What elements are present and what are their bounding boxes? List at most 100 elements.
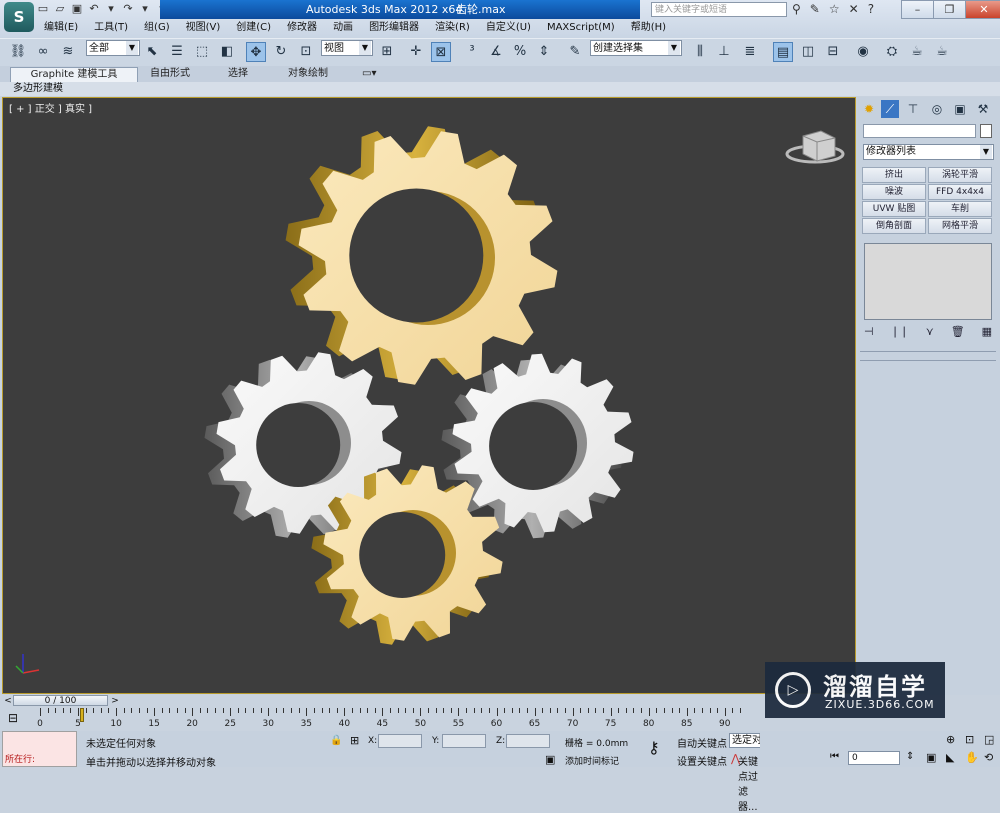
undo-icon[interactable]: ↶ [87,2,101,16]
menu-item[interactable]: 自定义(U) [478,19,539,36]
modifier-button[interactable]: FFD 4x4x4 [928,184,992,200]
modifier-list-select[interactable]: 修改器列表 ▼ [863,144,994,160]
menu-item[interactable]: 图形编辑器 [361,19,427,36]
modifier-button[interactable]: 涡轮平滑 [928,167,992,183]
current-frame-field[interactable]: 0 [848,751,900,765]
modifier-button[interactable]: 倒角剖面 [862,218,926,234]
percent-snap-icon[interactable]: % [510,42,530,62]
angle-snap-icon[interactable]: ∡ [486,42,506,62]
goto-start-icon[interactable]: ⏮ [830,751,839,762]
bind-spacewarp-icon[interactable]: ≋ [58,42,78,62]
ribbon-options-icon[interactable]: ▭▾ [362,67,376,81]
show-end-result-icon[interactable]: ❘❘ [890,325,908,338]
spinner-snap-icon[interactable]: ⇕ [534,42,554,62]
binoculars-icon[interactable]: ⚲ [792,2,801,16]
modifier-button[interactable]: 车削 [928,201,992,217]
key-icon[interactable]: ⚷ [648,738,660,757]
y-coord-field[interactable] [442,734,486,748]
select-move-icon[interactable]: ✥ [246,42,266,62]
absolute-mode-icon[interactable]: ⊞ [350,734,359,747]
select-scale-icon[interactable]: ⊡ [296,42,316,62]
menu-item[interactable]: 组(G) [136,19,178,36]
display-tab-icon[interactable]: ▣ [951,100,969,118]
menu-item[interactable]: 视图(V) [178,19,229,36]
viewcube[interactable] [785,130,845,164]
close-icon[interactable]: ✕ [849,2,859,16]
rendered-frame-icon[interactable]: ☕ [907,42,927,62]
orbit-icon[interactable]: ⟲ [984,751,993,764]
pan-icon[interactable]: ✋ [965,751,979,764]
menu-item[interactable]: MAXScript(M) [539,19,623,36]
frame-ruler[interactable]: 0 5 10 15 20 25 30 35 40 45 50 55 60 65 70 75 80 85 90 [37,708,760,730]
z-coord-field[interactable] [506,734,550,748]
add-time-tag[interactable]: 添加时间标记 [565,754,619,767]
pin-stack-icon[interactable]: ⊣ [864,325,874,338]
redo-icon[interactable]: ↷ [121,2,135,16]
modifier-button[interactable]: 噪波 [862,184,926,200]
layer-manager-icon[interactable]: ≣ [740,42,760,62]
menu-item[interactable]: 动画 [325,19,361,36]
track-bar[interactable]: ⊟ 0 5 10 15 20 25 30 35 40 45 50 55 60 65 70 75 80 85 90 [0,707,760,731]
help-icon[interactable]: ? [868,2,874,16]
gold-gear[interactable] [285,126,558,385]
rect-selection-icon[interactable]: ⬚ [192,42,212,62]
ref-coord-select[interactable]: 视图 ▼ [321,40,373,56]
modifier-stack[interactable] [864,243,992,320]
window-crossing-icon[interactable]: ◧ [217,42,237,62]
select-manipulate-icon[interactable]: ✛ [406,42,426,62]
menu-item[interactable]: 创建(C) [228,19,279,36]
curve-editor-icon[interactable]: ◫ [798,42,818,62]
select-rotate-icon[interactable]: ↻ [271,42,291,62]
mirror-icon[interactable]: ⫼ [690,42,710,62]
field-of-view-icon[interactable]: ◣ [946,751,954,764]
tab-selection[interactable]: 选择 [228,67,248,81]
modify-tab-icon[interactable]: ⟋ [881,100,899,118]
minimize-button[interactable]: – [901,0,934,19]
configure-sets-icon[interactable]: ▦ [982,325,992,338]
snap-3-icon[interactable]: ³ [462,42,482,62]
menu-item[interactable]: 修改器 [279,19,325,36]
pivot-center-icon[interactable]: ⊞ [377,42,397,62]
material-editor-icon[interactable]: ◉ [853,42,873,62]
restore-button[interactable]: ❐ [933,0,966,19]
render-production-icon[interactable]: ☕ [932,42,952,62]
viewport[interactable]: [ + ] 正交 ] 真实 ] [2,97,856,694]
tab-object-paint[interactable]: 对象绘制 [288,67,328,81]
silver-gear[interactable] [441,353,634,539]
menu-item[interactable]: 编辑(E) [36,19,86,36]
tab-freeform[interactable]: 自由形式 [150,67,190,81]
modifier-button[interactable]: 网格平滑 [928,218,992,234]
redo-dropdown-icon[interactable]: ▾ [138,2,152,16]
schematic-view-icon[interactable]: ⊟ [823,42,843,62]
modifier-button[interactable]: 挤出 [862,167,926,183]
make-unique-icon[interactable]: ⋎ [926,325,934,338]
object-color-swatch[interactable] [980,124,992,138]
polygon-modeling-label[interactable]: 多边形建模 [13,82,63,96]
modifier-button[interactable]: UVW 贴图 [862,201,926,217]
select-object-icon[interactable]: ⬉ [142,42,162,62]
object-name-field[interactable] [863,124,976,138]
menu-item[interactable]: 工具(T) [86,19,136,36]
new-file-icon[interactable]: ▭ [36,2,50,16]
x-coord-field[interactable] [378,734,422,748]
time-tag-icon[interactable]: ▣ [545,753,555,766]
search-input[interactable]: 键入关键字或短语 [651,2,787,17]
set-key-button[interactable]: 设置关键点 [677,753,727,768]
save-icon[interactable]: ▣ [70,2,84,16]
utilities-tab-icon[interactable]: ⚒ [974,100,992,118]
time-slider-thumb[interactable]: 0 / 100 [13,695,108,706]
maximize-viewport-icon[interactable]: ◲ [984,733,994,746]
auto-key-button[interactable]: 自动关键点 [677,735,727,750]
next-frame-icon[interactable]: > [110,695,120,707]
align-icon[interactable]: ⊥ [714,42,734,62]
app-logo[interactable]: S [4,2,34,32]
zoom-extents-all-icon[interactable]: ⊡ [965,733,974,746]
create-tab-icon[interactable]: ✹ [860,100,878,118]
unlink-icon[interactable]: ∞ [33,42,53,62]
edit-named-sel-icon[interactable]: ✎ [565,42,585,62]
undo-dropdown-icon[interactable]: ▾ [104,2,118,16]
tools-icon[interactable]: ✎ [810,2,820,16]
prev-frame-icon[interactable]: < [3,695,13,707]
frame-spinner-icon[interactable]: ⇕ [906,751,914,762]
keyboard-shortcut-icon[interactable]: ⊠ [431,42,451,62]
